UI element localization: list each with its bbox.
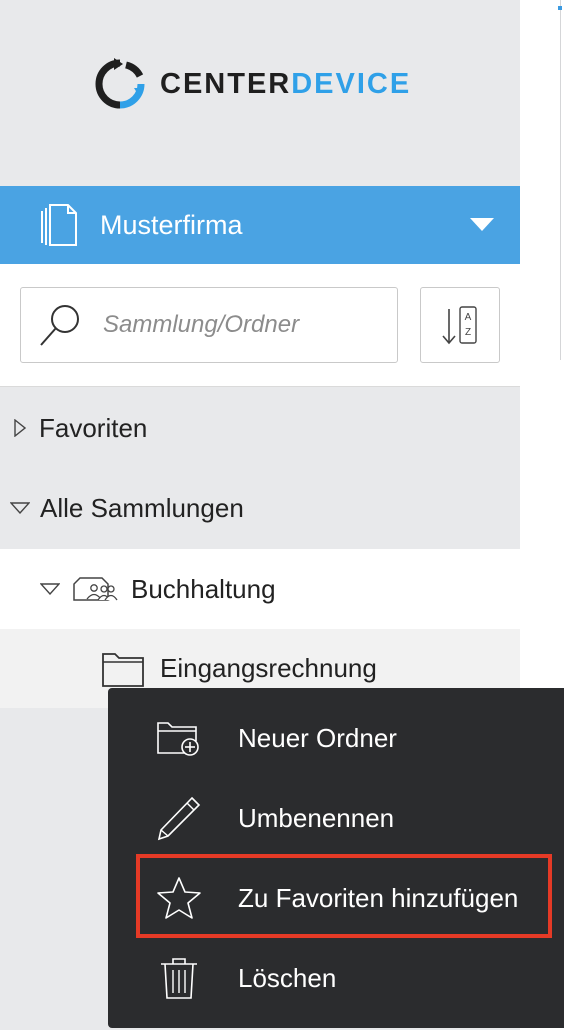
sort-alpha-icon: A Z — [442, 306, 477, 345]
menu-label-delete: Löschen — [238, 962, 337, 993]
organization-selector[interactable]: Musterfirma — [0, 186, 520, 264]
search-icon — [40, 305, 79, 346]
shared-collection-icon — [73, 577, 118, 601]
centerdevice-logo-icon — [95, 58, 145, 109]
organization-name: Musterfirma — [100, 209, 243, 240]
caret-down-icon[interactable] — [470, 218, 494, 232]
search-area: A Z — [0, 264, 520, 387]
tree-label-all-collections: Alle Sammlungen — [40, 492, 244, 523]
trash-icon — [154, 956, 204, 1000]
tree-item-collection[interactable]: Buchhaltung — [0, 549, 520, 629]
logo-text-center: CENTER — [160, 67, 292, 100]
logo: CENTERDEVICE — [94, 58, 411, 110]
menu-label-new-folder: Neuer Ordner — [238, 722, 397, 753]
sort-letter-a: A — [465, 312, 472, 323]
tree-item-favorites[interactable]: Favoriten — [0, 388, 520, 468]
menu-item-delete[interactable]: Löschen — [108, 938, 564, 1018]
folder-icon — [102, 652, 144, 687]
search-input[interactable] — [101, 310, 355, 340]
menu-item-new-folder[interactable]: Neuer Ordner — [108, 698, 564, 778]
context-menu: Neuer Ordner Umbenennen Zu Favoriten hin… — [108, 688, 564, 1028]
logo-text: CENTERDEVICE — [160, 68, 411, 101]
menu-item-rename[interactable]: Umbenennen — [108, 778, 564, 858]
sort-button[interactable]: A Z — [420, 287, 500, 363]
accent-dot — [558, 6, 562, 10]
highlight-box — [136, 854, 552, 938]
pencil-icon — [154, 795, 204, 841]
tree-label-collection: Buchhaltung — [131, 573, 276, 604]
divider — [560, 0, 561, 360]
search-box[interactable] — [20, 287, 398, 363]
tree-label-folder: Eingangsrechnung — [160, 653, 377, 683]
sort-letter-z: Z — [465, 327, 471, 338]
menu-label-rename: Umbenennen — [238, 802, 395, 833]
document-stack-icon — [41, 204, 77, 246]
chevron-right-icon[interactable] — [14, 419, 26, 437]
tree-label-favorites: Favoriten — [39, 412, 148, 443]
logo-text-device: DEVICE — [291, 67, 412, 100]
chevron-down-icon[interactable] — [10, 502, 30, 514]
tree-item-all-collections[interactable]: Alle Sammlungen — [0, 468, 520, 548]
chevron-down-icon[interactable] — [40, 583, 60, 595]
new-folder-icon — [154, 719, 204, 757]
